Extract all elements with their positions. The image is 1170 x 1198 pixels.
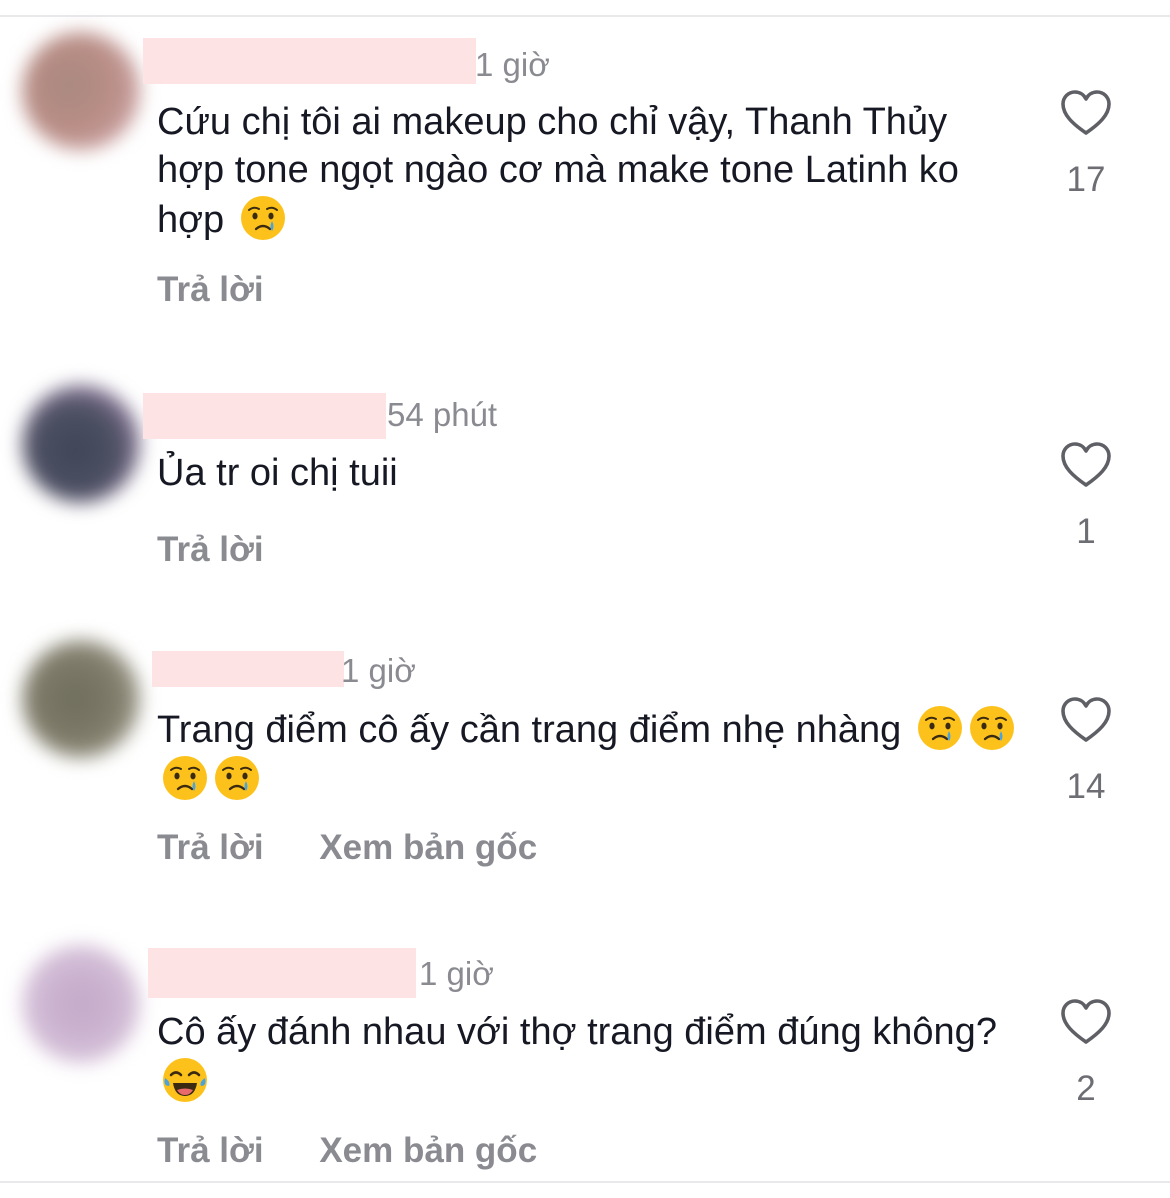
username-redacted[interactable] (152, 651, 344, 687)
like-area: 17 (1050, 88, 1122, 200)
like-count: 14 (1066, 767, 1106, 806)
comment-actions: Trả lời (157, 270, 310, 310)
comment-actions: Trả lời Xem bản gốc (157, 828, 583, 868)
reply-button[interactable]: Trả lời (157, 1131, 264, 1171)
comment-text: Ủa tr oi chị tuii (157, 449, 1017, 497)
tears-of-joy-emoji (161, 1056, 209, 1104)
heart-outline-icon[interactable] (1059, 88, 1113, 138)
comment-text: Cô ấy đánh nhau với thợ trang điểm đúng … (157, 1008, 1017, 1106)
avatar[interactable] (22, 32, 140, 150)
reply-button[interactable]: Trả lời (157, 828, 264, 868)
comment-time: 1 giờ (419, 955, 494, 992)
comment-text: Cứu chị tôi ai makeup cho chỉ vậy, Thanh… (157, 98, 1017, 244)
like-count: 17 (1066, 160, 1106, 199)
avatar[interactable] (22, 945, 140, 1063)
username-redacted[interactable] (148, 948, 416, 998)
comment-text: Trang điểm cô ấy cần trang điểm nhẹ nhàn… (157, 704, 1017, 804)
comment-text-content: Trang điểm cô ấy cần trang điểm nhẹ nhàn… (157, 709, 902, 751)
comment-actions: Trả lời Xem bản gốc (157, 1131, 583, 1171)
bottom-divider (0, 1181, 1170, 1183)
heart-outline-icon[interactable] (1059, 997, 1113, 1047)
crying-face-emoji (161, 754, 209, 802)
like-area: 1 (1050, 440, 1122, 552)
see-original-button[interactable]: Xem bản gốc (319, 1131, 537, 1171)
username-redacted[interactable] (143, 38, 476, 84)
avatar[interactable] (22, 385, 140, 503)
reply-button[interactable]: Trả lời (157, 530, 264, 570)
crying-face-emoji (968, 704, 1016, 752)
top-divider (0, 15, 1170, 17)
like-count: 2 (1076, 1069, 1096, 1108)
comment-time: 1 giờ (475, 46, 550, 83)
heart-outline-icon[interactable] (1059, 440, 1113, 490)
crying-face-emoji (916, 704, 964, 752)
comment-time: 54 phút (387, 396, 498, 433)
username-redacted[interactable] (143, 393, 386, 439)
comment-text-content: Ủa tr oi chị tuii (157, 452, 398, 494)
crying-face-emoji (239, 194, 287, 242)
avatar[interactable] (22, 640, 140, 758)
reply-button[interactable]: Trả lời (157, 270, 264, 310)
see-original-button[interactable]: Xem bản gốc (319, 828, 537, 868)
like-area: 14 (1050, 695, 1122, 807)
heart-outline-icon[interactable] (1059, 695, 1113, 745)
comment-actions: Trả lời (157, 530, 310, 570)
comment-text-content: Cô ấy đánh nhau với thợ trang điểm đúng … (157, 1011, 997, 1053)
comment-time: 1 giờ (341, 652, 416, 689)
like-count: 1 (1076, 512, 1096, 551)
like-area: 2 (1050, 997, 1122, 1109)
crying-face-emoji (213, 754, 261, 802)
